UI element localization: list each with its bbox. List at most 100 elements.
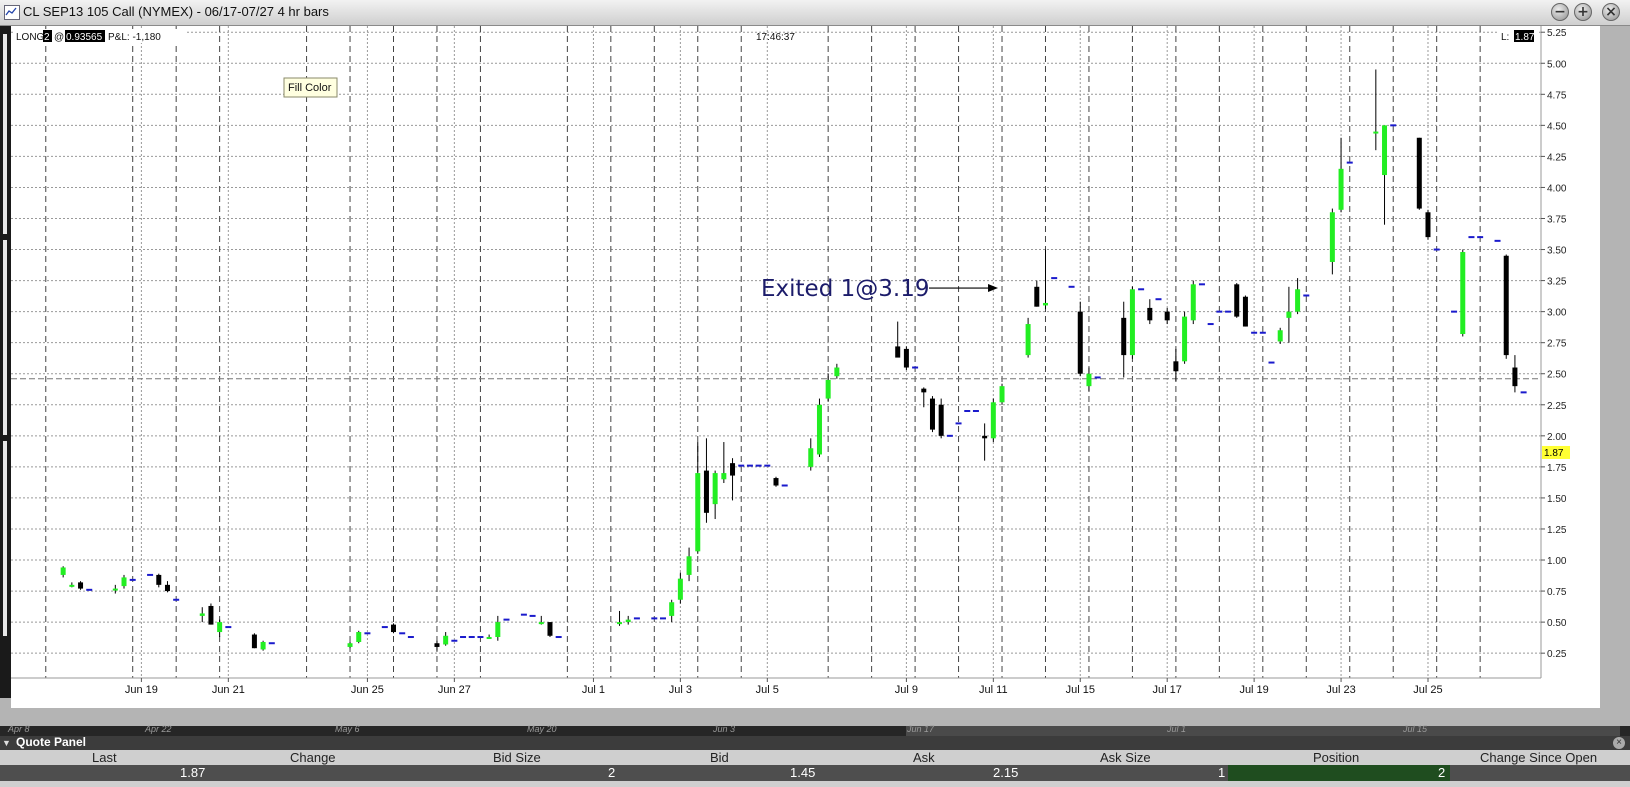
value-last: 1.87	[180, 765, 206, 780]
candle-body	[486, 637, 492, 640]
candle	[677, 572, 683, 604]
timeline-navigator[interactable]: Apr 8 Apr 22 May 6 May 20 Jun 3 Jun 17 J…	[0, 724, 1630, 736]
quote-panel-labels: Last Change Bid Size Bid Ask Ask Size Po…	[0, 750, 1630, 765]
candle-body	[547, 622, 553, 636]
x-tick-label: Jul 17	[1153, 684, 1182, 696]
candle-body	[730, 463, 736, 476]
candle-body	[1242, 296, 1248, 327]
left-scrollbar[interactable]	[0, 26, 11, 698]
quote-panel-close-icon[interactable]: ×	[1613, 737, 1625, 749]
y-tick-label: 3.25	[1547, 277, 1567, 288]
candle-body	[773, 478, 779, 486]
candle	[982, 423, 988, 461]
candle-body	[999, 386, 1005, 403]
label-bid-size: Bid Size	[493, 750, 541, 765]
candle-body	[1295, 289, 1301, 312]
candle	[1086, 367, 1092, 392]
candle	[617, 610, 623, 626]
last-label: L:	[1501, 32, 1509, 43]
candlestick-chart[interactable]: 0.25 0.50 0.75 1.00 1.25 1.50 1.75 2.00 2.25 2.50…	[11, 26, 1600, 708]
value-bid: 1.45	[790, 765, 816, 780]
candle	[1182, 311, 1188, 364]
x-tick-label: Jun 19	[125, 684, 158, 696]
candle-body	[121, 577, 127, 587]
candle	[112, 584, 118, 594]
candle	[443, 632, 449, 646]
candle	[1042, 249, 1048, 310]
timeline-label: Apr 8	[8, 724, 30, 734]
candle	[199, 607, 205, 623]
maximize-button[interactable]: +	[1574, 3, 1592, 21]
y-tick-label: 4.25	[1547, 152, 1567, 163]
candle-body	[1164, 311, 1170, 321]
candle-body	[695, 473, 701, 552]
minimize-button[interactable]: −	[1551, 3, 1569, 21]
candle	[695, 442, 701, 554]
candle-body	[347, 643, 353, 647]
y-tick-label: 5.25	[1547, 28, 1567, 39]
candle	[547, 622, 553, 638]
timeline-thumb[interactable]	[906, 726, 1620, 736]
candle	[495, 615, 501, 641]
window-title: CL SEP13 105 Call (NYMEX) - 06/17-07/27 …	[23, 4, 329, 19]
price-chart[interactable]: 0.25 0.50 0.75 1.00 1.25 1.50 1.75 2.00 2.25 2.50…	[11, 26, 1600, 708]
candle-body	[825, 379, 831, 399]
candle	[1147, 299, 1153, 325]
collapse-triangle-icon[interactable]: ▼	[2, 738, 11, 748]
candle-body	[1277, 330, 1283, 342]
y-tick-label: 3.75	[1547, 214, 1567, 225]
x-tick-label: Jul 19	[1239, 684, 1268, 696]
y-tick-label: 2.25	[1547, 401, 1567, 412]
candle-body	[112, 588, 118, 591]
candle-body	[1129, 289, 1135, 356]
candle-body	[538, 622, 544, 625]
candle-body	[391, 624, 396, 633]
candle-body	[921, 388, 927, 393]
x-tick-label: Jul 25	[1413, 684, 1442, 696]
candle	[1329, 208, 1335, 275]
candle-body	[1121, 317, 1127, 356]
clock-time: 17:46:37	[756, 32, 795, 43]
label-change-since-open: Change Since Open	[1480, 750, 1598, 765]
quote-panel-title: Quote Panel	[16, 735, 87, 749]
candle-body	[251, 634, 257, 649]
label-ask-size: Ask Size	[1100, 750, 1151, 765]
candle	[999, 383, 1005, 405]
y-tick-label: 4.50	[1547, 121, 1567, 132]
candle-body	[669, 602, 675, 616]
timeline-label: Jul 1	[1167, 724, 1187, 734]
position-highlight	[1228, 765, 1450, 781]
y-tick-label: 2.00	[1547, 432, 1567, 443]
candle-body	[617, 622, 623, 625]
candle-body	[1190, 284, 1196, 321]
candle	[538, 615, 544, 625]
last-price-tag: 1.87	[1544, 448, 1564, 459]
timeline-label: Jul 15	[1403, 724, 1428, 734]
candle-body	[982, 435, 988, 439]
scroll-rail-top	[3, 34, 7, 234]
candle	[816, 398, 822, 457]
timeline-label: Apr 22	[145, 724, 172, 734]
candle-body	[721, 473, 727, 480]
fill-color-tooltip: Fill Color	[283, 77, 338, 98]
x-tick-label: Jul 15	[1066, 684, 1095, 696]
candle	[712, 470, 718, 520]
candle-body	[677, 578, 683, 600]
candle-body	[990, 402, 996, 439]
candle-body	[1382, 125, 1388, 176]
candle	[929, 396, 935, 433]
candle-body	[208, 605, 214, 625]
candle	[903, 346, 909, 371]
candle	[347, 641, 353, 649]
y-tick-label: 3.50	[1547, 246, 1567, 257]
candle-body	[1173, 361, 1179, 372]
candle	[686, 547, 692, 582]
candle	[721, 442, 727, 484]
close-button[interactable]: ×	[1602, 3, 1620, 21]
tooltip-text: Fill Color	[288, 82, 332, 94]
candle-body	[1286, 311, 1292, 318]
candle-body	[1512, 367, 1518, 387]
candle	[1164, 307, 1170, 325]
timeline-label: May 20	[527, 724, 557, 734]
candle	[208, 603, 214, 625]
